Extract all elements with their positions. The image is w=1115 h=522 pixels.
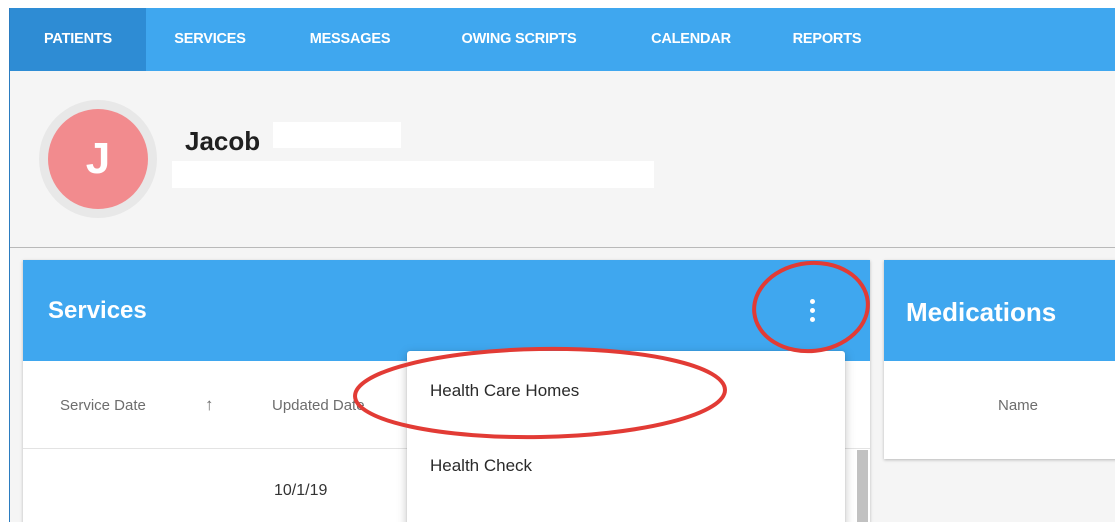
tab-patients[interactable]: PATIENTS bbox=[10, 8, 146, 71]
app-window: PATIENTS SERVICES MESSAGES OWING SCRIPTS… bbox=[9, 8, 1115, 522]
redacted-surname bbox=[273, 122, 401, 148]
top-navigation: PATIENTS SERVICES MESSAGES OWING SCRIPTS… bbox=[10, 8, 1115, 71]
avatar: J bbox=[48, 109, 148, 209]
tab-messages[interactable]: MESSAGES bbox=[296, 8, 404, 71]
scrollbar[interactable] bbox=[857, 450, 868, 522]
patient-header: J Jacob bbox=[10, 71, 1115, 248]
column-header-updated-date[interactable]: Updated Date bbox=[272, 397, 365, 414]
updated-date-cell: 10/1/19 bbox=[274, 482, 328, 499]
arrow-up-icon[interactable]: ↑ bbox=[205, 395, 214, 415]
tab-owing-scripts[interactable]: OWING SCRIPTS bbox=[442, 8, 596, 71]
menu-item-health-check[interactable]: Health Check bbox=[407, 443, 845, 491]
medications-card: Medications Name bbox=[884, 260, 1115, 459]
medications-title: Medications bbox=[906, 297, 1057, 327]
menu-item-label: Health Check bbox=[430, 456, 533, 475]
tab-calendar[interactable]: CALENDAR bbox=[638, 8, 744, 71]
menu-item-health-care-homes[interactable]: Health Care Homes bbox=[407, 368, 845, 416]
column-header-service-date[interactable]: Service Date bbox=[60, 397, 146, 414]
more-options-icon[interactable] bbox=[799, 292, 827, 330]
patient-name: Jacob bbox=[185, 126, 261, 156]
services-title: Services bbox=[48, 297, 147, 324]
redacted-details bbox=[172, 161, 654, 188]
tab-services[interactable]: SERVICES bbox=[163, 8, 257, 71]
column-header-name[interactable]: Name bbox=[998, 397, 1038, 414]
tab-reports[interactable]: REPORTS bbox=[781, 8, 873, 71]
menu-item-label: Health Care Homes bbox=[430, 381, 580, 400]
medications-card-header: Medications bbox=[884, 260, 1115, 361]
services-options-menu: Health Care Homes Health Check bbox=[407, 351, 845, 522]
avatar-ring: J bbox=[39, 100, 157, 218]
services-card-header: Services bbox=[23, 260, 870, 361]
